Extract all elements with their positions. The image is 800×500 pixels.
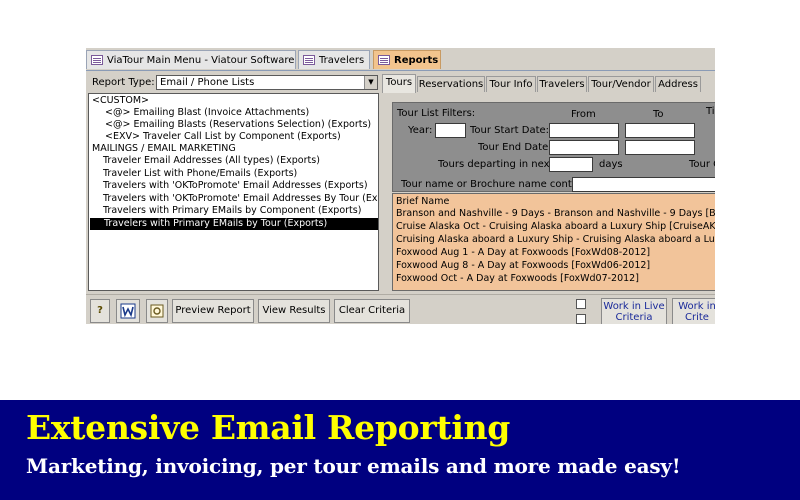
- tab-tour-info[interactable]: Tour Info: [486, 76, 536, 92]
- tour-filter-panel: Tour List Filters: From To Tim Year: Tou…: [392, 102, 715, 192]
- table-row[interactable]: Cruising Alaska aboard a Luxury Ship - C…: [396, 233, 715, 246]
- promo-banner: Extensive Email Reporting Marketing, inv…: [0, 400, 800, 500]
- work-in-criteria-button[interactable]: Work in Crite: [672, 298, 715, 324]
- app-screenshot: ViaTour Main Menu - Viatour Software Tra…: [86, 48, 715, 324]
- days-label: days: [599, 159, 623, 170]
- table-row[interactable]: Branson and Nashville - 9 Days - Branson…: [396, 207, 715, 220]
- help-icon: ?: [97, 305, 103, 316]
- report-type-value: Email / Phone Lists: [160, 77, 255, 88]
- table-row[interactable]: Cruise Alaska Oct - Cruising Alaska aboa…: [396, 220, 715, 233]
- form-icon: [303, 55, 315, 65]
- table-row[interactable]: Foxwood Aug 8 - A Day at Foxwoods [FoxWd…: [396, 259, 650, 272]
- tours-list[interactable]: Brief Name Branson and Nashville - 9 Day…: [392, 193, 715, 291]
- tab-travelers[interactable]: Travelers: [298, 50, 370, 69]
- banner-title: Extensive Email Reporting: [26, 408, 511, 447]
- from-label: From: [571, 109, 596, 120]
- live-criteria-line2: Criteria: [615, 312, 653, 323]
- end-date-label: Tour End Date:: [478, 142, 552, 153]
- gear-icon: [150, 304, 164, 318]
- list-item-selected[interactable]: Travelers with Primary EMails by Tour (E…: [90, 218, 378, 230]
- criteria-line1: Work in: [678, 301, 715, 312]
- form-icon: [91, 55, 103, 65]
- departing-label: Tours departing in next:: [438, 159, 557, 170]
- list-item[interactable]: <CUSTOM>: [92, 95, 149, 107]
- banner-subtitle: Marketing, invoicing, per tour emails an…: [26, 454, 681, 478]
- form-icon: [378, 55, 390, 65]
- list-item[interactable]: <@> Emailing Blasts (Reservations Select…: [105, 119, 371, 131]
- document-tab-bar: ViaTour Main Menu - Viatour Software Tra…: [86, 48, 715, 71]
- name-contains-label: Tour name or Brochure name contains:: [401, 179, 596, 190]
- option-checkbox[interactable]: [576, 299, 586, 309]
- list-item[interactable]: Traveler Email Addresses (All types) (Ex…: [103, 155, 320, 167]
- view-results-button[interactable]: View Results: [258, 299, 330, 323]
- year-label: Year:: [408, 125, 433, 136]
- tour-code-label: Tour C: [689, 159, 715, 170]
- end-date-from-input[interactable]: [549, 140, 619, 155]
- list-item[interactable]: <@> Emailing Blast (Invoice Attachments): [105, 107, 309, 119]
- list-item[interactable]: MAILINGS / EMAIL MARKETING: [92, 143, 236, 155]
- tab-reservations[interactable]: Reservations: [417, 76, 485, 92]
- list-item[interactable]: Travelers with 'OKToPromote' Email Addre…: [103, 193, 378, 205]
- end-date-to-input[interactable]: [625, 140, 695, 155]
- selected-item-label: Travelers with Primary EMails by Tour (E…: [104, 218, 328, 229]
- tab-main-menu-label: ViaTour Main Menu - Viatour Software: [107, 55, 295, 66]
- tab-tour-vendor[interactable]: Tour/Vendor: [588, 76, 654, 92]
- tab-address[interactable]: Address: [655, 76, 701, 92]
- chevron-down-icon[interactable]: ▼: [364, 76, 377, 89]
- name-contains-input[interactable]: [572, 177, 715, 192]
- live-criteria-line1: Work in Live: [603, 301, 665, 312]
- report-type-label: Report Type:: [92, 77, 155, 88]
- tab-travelers-label: Travelers: [319, 55, 365, 66]
- tab-travelers-filter[interactable]: Travelers: [537, 76, 587, 92]
- bottom-toolbar: ? Preview Report View Results Clear Crit…: [86, 294, 715, 324]
- report-type-select[interactable]: Email / Phone Lists ▼: [156, 75, 378, 90]
- table-row[interactable]: Foxwood Aug 1 - A Day at Foxwoods [FoxWd…: [396, 246, 650, 259]
- departing-days-input[interactable]: [549, 157, 593, 172]
- list-item[interactable]: Traveler List with Phone/Emails (Exports…: [103, 168, 297, 180]
- time-label: Tim: [706, 106, 715, 117]
- clear-criteria-button[interactable]: Clear Criteria: [334, 299, 410, 323]
- list-item[interactable]: <EXV> Traveler Call List by Component (E…: [105, 131, 341, 143]
- filter-tab-bar: Tours Reservations Tour Info Travelers T…: [382, 74, 715, 93]
- word-icon: [120, 303, 136, 319]
- tab-reports-label: Reports: [394, 55, 439, 66]
- start-date-to-input[interactable]: [625, 123, 695, 138]
- settings-button[interactable]: [146, 299, 168, 323]
- tab-reports[interactable]: Reports: [373, 50, 441, 69]
- table-row[interactable]: Foxwood Oct - A Day at Foxwoods [FoxWd07…: [396, 272, 639, 285]
- help-button[interactable]: ?: [90, 299, 110, 323]
- start-date-from-input[interactable]: [549, 123, 619, 138]
- to-label: To: [653, 109, 664, 120]
- list-item[interactable]: Travelers with Primary EMails by Compone…: [103, 205, 361, 217]
- work-in-live-criteria-button[interactable]: Work in Live Criteria: [601, 298, 667, 324]
- list-item[interactable]: Travelers with 'OKToPromote' Email Addre…: [103, 180, 368, 192]
- tab-tours[interactable]: Tours: [382, 74, 416, 93]
- filters-title: Tour List Filters:: [397, 108, 476, 119]
- report-list[interactable]: <CUSTOM> <@> Emailing Blast (Invoice Att…: [88, 93, 379, 291]
- option-checkbox[interactable]: [576, 314, 586, 324]
- year-input[interactable]: [435, 123, 466, 138]
- preview-report-button[interactable]: Preview Report: [172, 299, 254, 323]
- word-export-button[interactable]: [116, 299, 140, 323]
- criteria-line2: Crite: [685, 312, 709, 323]
- start-date-label: Tour Start Date:: [470, 125, 550, 136]
- tab-main-menu[interactable]: ViaTour Main Menu - Viatour Software: [86, 50, 296, 69]
